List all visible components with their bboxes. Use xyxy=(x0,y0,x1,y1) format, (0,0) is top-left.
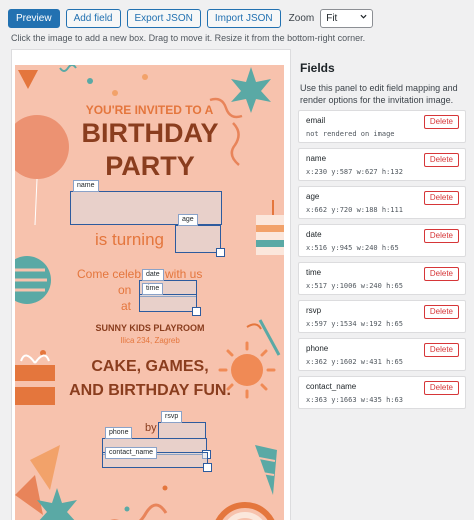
field-card-name: date xyxy=(306,230,322,239)
field-box-label: age xyxy=(178,214,198,226)
invite-at-text: at xyxy=(121,299,132,313)
toolbar: Preview Add field Export JSON Import JSO… xyxy=(8,8,374,28)
zoom-label: Zoom xyxy=(288,12,315,24)
field-box-label: phone xyxy=(105,427,133,439)
delete-field-button[interactable]: Delete xyxy=(423,343,459,357)
import-json-button[interactable]: Import JSON xyxy=(206,8,281,28)
export-json-button[interactable]: Export JSON xyxy=(126,8,201,28)
field-card-meta: x:230 y:587 w:627 h:132 xyxy=(306,168,403,176)
invite-venue: SUNNY KIDS PLAYROOM xyxy=(95,323,205,333)
invite-withus-text: with us xyxy=(165,267,203,281)
invite-rsvp-fragment: by xyxy=(145,422,157,434)
zoom-value: Fit xyxy=(326,12,338,24)
invite-title-birthday: BIRTHDAY xyxy=(81,118,219,148)
field-card-meta: x:516 y:945 w:240 h:65 xyxy=(306,244,399,252)
field-card-name: contact_name xyxy=(306,382,357,391)
delete-field-button[interactable]: Delete xyxy=(423,191,459,205)
field-box-name[interactable]: name xyxy=(70,180,222,225)
field-box-age[interactable]: age xyxy=(175,214,225,257)
field-card-meta: x:362 y:1602 w:431 h:65 xyxy=(306,358,403,366)
field-card-name: time xyxy=(306,268,322,277)
fields-panel: Fields Use this panel to edit field mapp… xyxy=(290,49,474,519)
zoom-select[interactable]: Fit xyxy=(320,8,374,28)
field-card-name: phone xyxy=(306,344,329,353)
field-box-rsvp[interactable]: rsvp xyxy=(158,411,206,439)
editor-hint: Click the image to add a new box. Drag t… xyxy=(11,33,366,43)
invite-address: Ilica 234, Zagreb xyxy=(120,336,180,345)
field-card-phone[interactable]: phone x:362 y:1602 w:431 h:65 Delete xyxy=(298,338,466,371)
invite-title-party: PARTY xyxy=(105,151,195,181)
field-card-name: rsvp xyxy=(306,306,322,315)
delete-field-button[interactable]: Delete xyxy=(423,305,459,319)
field-card-name[interactable]: name x:230 y:587 w:627 h:132 Delete xyxy=(298,148,466,181)
field-card-time[interactable]: time x:517 y:1006 w:240 h:65 Delete xyxy=(298,262,466,295)
field-box-contact-name[interactable]: contact_name xyxy=(102,447,212,472)
field-box-label: rsvp xyxy=(161,411,183,423)
field-card-meta: x:662 y:720 w:188 h:111 xyxy=(306,206,403,214)
delete-field-button[interactable]: Delete xyxy=(423,115,459,129)
field-card-email[interactable]: email not rendered on image Delete xyxy=(298,110,466,143)
field-box-label: time xyxy=(142,283,164,295)
field-card-age[interactable]: age x:662 y:720 w:188 h:111 Delete xyxy=(298,186,466,219)
invitation-image[interactable]: YOU'RE INVITED TO A BIRTHDAY PARTY is tu… xyxy=(15,65,284,520)
panel-title: Fields xyxy=(300,61,335,75)
field-card-date[interactable]: date x:516 y:945 w:240 h:65 Delete xyxy=(298,224,466,257)
field-box-time[interactable]: time xyxy=(139,283,201,316)
field-card-meta: x:517 y:1006 w:240 h:65 xyxy=(306,282,403,290)
add-field-button[interactable]: Add field xyxy=(65,8,121,28)
delete-field-button[interactable]: Delete xyxy=(423,381,459,395)
invite-slogan-2: AND BIRTHDAY FUN. xyxy=(69,382,231,399)
invite-on-text: on xyxy=(118,283,132,297)
field-card-name: name xyxy=(306,154,327,163)
invite-come-text: Come celeb xyxy=(77,267,142,281)
field-card-meta: x:597 y:1534 w:192 h:65 xyxy=(306,320,403,328)
invite-slogan-1: CAKE, GAMES, xyxy=(91,358,209,375)
resize-handle[interactable] xyxy=(216,248,225,257)
field-card-meta: x:363 y:1663 w:435 h:63 xyxy=(306,396,403,404)
invite-turning-text: is turning xyxy=(95,230,164,249)
delete-field-button[interactable]: Delete xyxy=(423,153,459,167)
invite-subtitle: YOU'RE INVITED TO A xyxy=(85,103,214,117)
field-card-meta: not rendered on image xyxy=(306,130,395,138)
field-box-label: date xyxy=(142,269,164,281)
resize-handle[interactable] xyxy=(192,307,201,316)
resize-handle[interactable] xyxy=(203,463,212,472)
field-card-name: age xyxy=(306,192,320,201)
field-card-rsvp[interactable]: rsvp x:597 y:1534 w:192 h:65 Delete xyxy=(298,300,466,333)
field-card-contact-name[interactable]: contact_name x:363 y:1663 w:435 h:63 Del… xyxy=(298,376,466,409)
field-box-label: contact_name xyxy=(105,447,157,459)
panel-description: Use this panel to edit field mapping and… xyxy=(300,83,458,105)
image-canvas[interactable]: YOU'RE INVITED TO A BIRTHDAY PARTY is tu… xyxy=(11,49,291,520)
preview-button[interactable]: Preview xyxy=(8,8,60,28)
field-card-name: email xyxy=(306,116,326,125)
delete-field-button[interactable]: Delete xyxy=(423,229,459,243)
chevron-down-icon xyxy=(360,14,367,19)
delete-field-button[interactable]: Delete xyxy=(423,267,459,281)
field-box-label: name xyxy=(73,180,99,192)
